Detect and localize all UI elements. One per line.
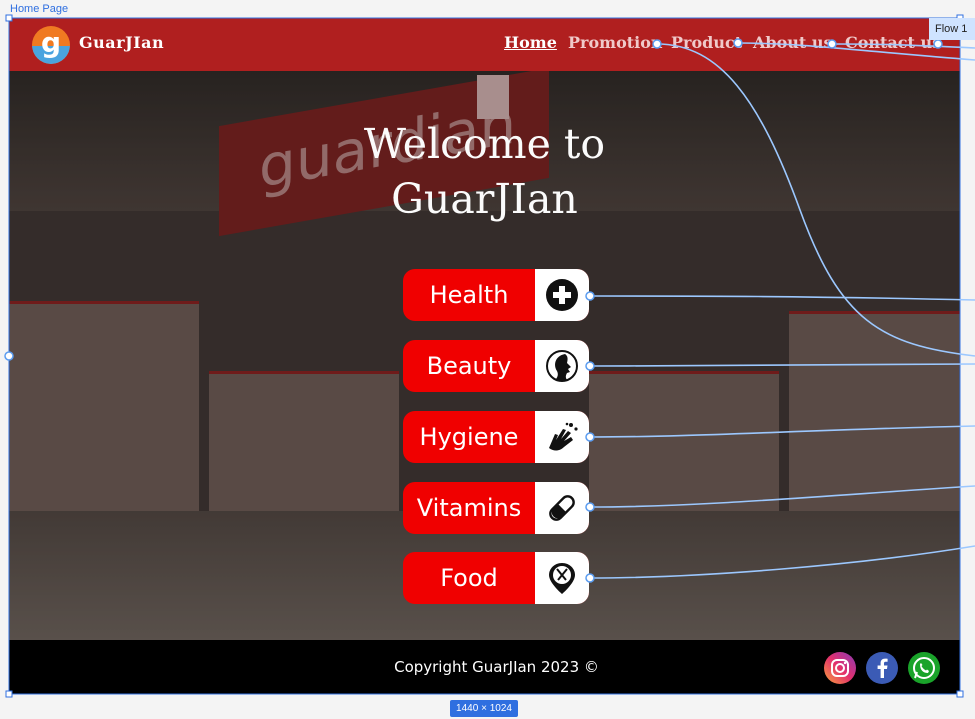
frame-size-label: 1440 × 1024	[450, 700, 518, 717]
beauty-label: Beauty	[426, 352, 512, 380]
navbar: g GuarJIan Home Promotion Product About …	[9, 18, 960, 71]
logo-letter: g	[40, 26, 62, 59]
nav-link-contact-us[interactable]: Contact us	[845, 33, 941, 52]
nav-link-promotion[interactable]: Promotion	[568, 33, 663, 52]
hygiene-button[interactable]: Hygiene	[403, 411, 589, 463]
face-profile-icon	[535, 340, 589, 392]
nav-link-about-us[interactable]: About us	[753, 33, 833, 52]
home-page-frame: g GuarJIan Home Promotion Product About …	[9, 18, 960, 694]
instagram-icon[interactable]	[824, 652, 856, 684]
footer: Copyright GuarJIan 2023 ©	[9, 640, 960, 694]
hero-title: Welcome to GuarJIan	[9, 117, 960, 227]
facebook-icon[interactable]	[866, 652, 898, 684]
food-label: Food	[440, 564, 498, 592]
beauty-button[interactable]: Beauty	[403, 340, 589, 392]
health-button[interactable]: Health	[403, 269, 589, 321]
copyright-text: Copyright GuarJIan 2023 ©	[394, 658, 599, 676]
hero-title-line1: Welcome to	[363, 120, 606, 168]
whatsapp-icon[interactable]	[908, 652, 940, 684]
flow-start-label[interactable]: Flow 1	[929, 18, 975, 40]
plus-circle-icon	[535, 269, 589, 321]
nav-link-product[interactable]: Product	[671, 33, 742, 52]
fork-knife-pin-icon	[535, 552, 589, 604]
logo-icon[interactable]: g	[32, 26, 70, 64]
frame-label: Home Page	[10, 3, 69, 15]
health-label: Health	[429, 281, 509, 309]
food-button[interactable]: Food	[403, 552, 589, 604]
nav-link-home[interactable]: Home	[504, 33, 557, 52]
hero-title-line2: GuarJIan	[391, 175, 578, 223]
hero-section: guardian Welcome to GuarJIan Health Beau…	[9, 71, 960, 640]
hand-wash-icon	[535, 411, 589, 463]
vitamins-label: Vitamins	[416, 494, 522, 522]
brand-name[interactable]: GuarJIan	[79, 33, 164, 52]
hygiene-label: Hygiene	[419, 423, 519, 451]
pill-icon	[535, 482, 589, 534]
vitamins-button[interactable]: Vitamins	[403, 482, 589, 534]
